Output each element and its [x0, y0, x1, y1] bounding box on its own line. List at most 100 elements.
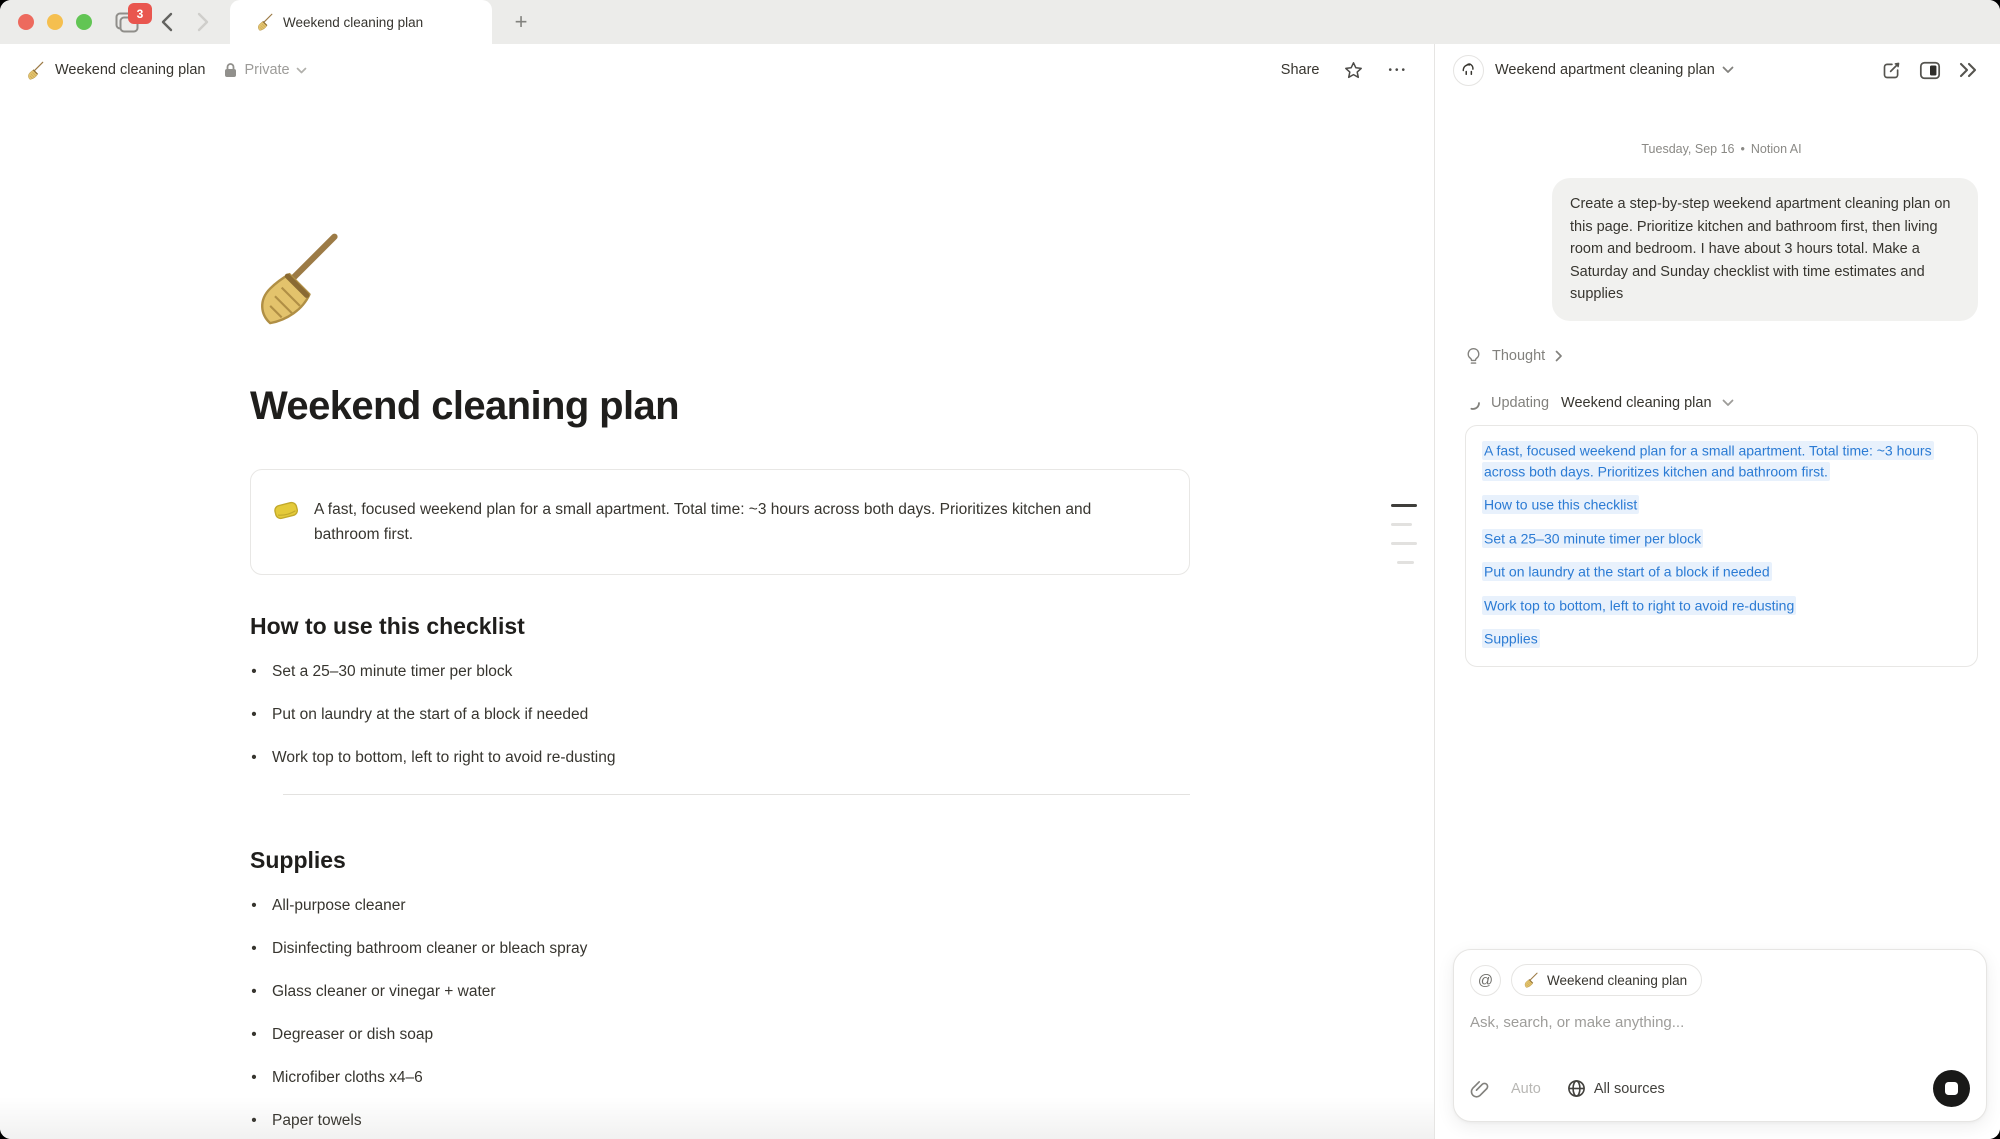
chevron-right-icon: [1555, 350, 1563, 362]
lock-icon: [223, 62, 238, 78]
update-line: Set a 25–30 minute timer per block: [1482, 528, 1961, 549]
tab-bar: 3 Weekend cleaning plan +: [0, 0, 2000, 44]
list-item[interactable]: •Disinfecting bathroom cleaner or bleach…: [250, 937, 1190, 961]
collapse-panel-double-chevron-icon[interactable]: [1958, 61, 1980, 79]
updating-status-row[interactable]: Updating Weekend cleaning plan: [1465, 395, 1978, 411]
page-scroll-area[interactable]: Weekend cleaning plan A fast, focused we…: [0, 96, 1434, 1139]
bullet-icon: •: [250, 980, 258, 1004]
thought-label: Thought: [1492, 348, 1545, 364]
callout-block[interactable]: A fast, focused weekend plan for a small…: [250, 469, 1190, 575]
share-button[interactable]: Share: [1281, 62, 1320, 78]
section-heading-supplies[interactable]: Supplies: [250, 847, 1190, 874]
breadcrumb-title: Weekend cleaning plan: [55, 62, 205, 78]
broom-icon: [26, 61, 45, 80]
list-item[interactable]: •Glass cleaner or vinegar + water: [250, 980, 1190, 1004]
section-heading-how-to[interactable]: How to use this checklist: [250, 613, 1190, 640]
ai-panel-header: Weekend apartment cleaning plan: [1435, 44, 2000, 96]
list-item[interactable]: •Set a 25–30 minute timer per block: [250, 660, 1190, 684]
list-item[interactable]: •All-purpose cleaner: [250, 894, 1190, 918]
context-page-chip[interactable]: Weekend cleaning plan: [1511, 964, 1702, 996]
page-header: Weekend cleaning plan Private Share: [0, 44, 1434, 96]
chat-date-line: Tuesday, Sep 16 • Notion AI: [1465, 142, 1978, 156]
user-message-bubble[interactable]: Create a step-by-step weekend apartment …: [1552, 178, 1978, 321]
stop-icon: [1945, 1082, 1958, 1095]
updating-label: Updating: [1491, 395, 1549, 411]
bullet-icon: •: [250, 703, 258, 727]
new-chat-compose-icon[interactable]: [1881, 60, 1902, 81]
globe-icon: [1567, 1079, 1586, 1098]
bullet-icon: •: [250, 1109, 258, 1133]
bullet-icon: •: [250, 894, 258, 918]
toc-line-active: [1391, 504, 1417, 507]
context-chip-label: Weekend cleaning plan: [1547, 973, 1687, 988]
updating-target-page: Weekend cleaning plan: [1561, 395, 1711, 411]
sources-selector[interactable]: All sources: [1567, 1079, 1665, 1098]
bullet-icon: •: [250, 1066, 258, 1090]
page-title[interactable]: Weekend cleaning plan: [250, 384, 1190, 429]
privacy-label: Private: [244, 62, 289, 78]
list-item[interactable]: •Microfiber cloths x4–6: [250, 1066, 1190, 1090]
back-button[interactable]: [156, 11, 178, 33]
tab-label: Weekend cleaning plan: [283, 15, 423, 30]
sponge-icon: [273, 497, 299, 523]
ai-composer[interactable]: @ Weekend cleaning plan Ask, search, or …: [1453, 949, 1987, 1122]
chevron-left-icon: [160, 12, 174, 32]
lightbulb-icon: [1465, 347, 1482, 365]
favorite-star-icon[interactable]: [1343, 60, 1364, 81]
sources-label: All sources: [1594, 1081, 1665, 1097]
broom-icon: [1523, 972, 1539, 988]
callout-text: A fast, focused weekend plan for a small…: [314, 497, 1144, 547]
zoom-window-button[interactable]: [76, 14, 92, 30]
update-line: A fast, focused weekend plan for a small…: [1482, 441, 1961, 482]
update-line: Supplies: [1482, 629, 1961, 650]
page-update-preview-card[interactable]: A fast, focused weekend plan for a small…: [1465, 425, 1978, 668]
list-item[interactable]: •Paper towels: [250, 1109, 1190, 1133]
list-item[interactable]: •Work top to bottom, left to right to av…: [250, 746, 1190, 770]
chevron-down-icon: [296, 67, 307, 74]
toc-line: [1391, 542, 1417, 545]
minimize-window-button[interactable]: [47, 14, 63, 30]
update-line: How to use this checklist: [1482, 495, 1961, 516]
mention-button[interactable]: @: [1470, 965, 1501, 996]
notification-badge: 3: [128, 3, 152, 24]
new-tab-button[interactable]: +: [506, 7, 536, 37]
ai-thread-title[interactable]: Weekend apartment cleaning plan: [1495, 62, 1715, 78]
mode-selector[interactable]: Auto: [1511, 1081, 1541, 1097]
chevron-down-icon: [1722, 399, 1734, 407]
bullet-icon: •: [250, 746, 258, 770]
composer-input-placeholder[interactable]: Ask, search, or make anything...: [1470, 1014, 1970, 1031]
notion-ai-face-icon: [1459, 61, 1478, 80]
more-options-button[interactable]: •••: [1388, 65, 1408, 76]
breadcrumb[interactable]: Weekend cleaning plan: [26, 61, 205, 80]
page-broom-emoji[interactable]: [250, 230, 346, 326]
chat-date: Tuesday, Sep 16: [1641, 142, 1734, 156]
panel-layout-toggle-icon[interactable]: [1919, 60, 1941, 81]
dot-separator: •: [1741, 142, 1745, 156]
chevron-down-icon[interactable]: [1722, 66, 1734, 74]
notion-ai-panel: Weekend apartment cleaning plan: [1435, 44, 2000, 1139]
broom-icon: [256, 13, 274, 31]
how-to-list: •Set a 25–30 minute timer per block •Put…: [250, 660, 1190, 770]
bullet-icon: •: [250, 937, 258, 961]
close-window-button[interactable]: [18, 14, 34, 30]
privacy-control[interactable]: Private: [223, 62, 306, 78]
chevron-right-icon: [196, 12, 210, 32]
stop-generation-button[interactable]: [1933, 1070, 1970, 1107]
traffic-lights: [18, 14, 92, 30]
divider-block: [283, 794, 1190, 795]
toc-line: [1391, 523, 1412, 526]
chat-agent-name: Notion AI: [1751, 142, 1802, 156]
toc-line: [1397, 561, 1414, 564]
tab-weekend-cleaning-plan[interactable]: Weekend cleaning plan: [230, 0, 492, 44]
table-of-contents-minimap[interactable]: [1391, 504, 1417, 580]
spinner-icon: [1465, 395, 1481, 411]
forward-button[interactable]: [192, 11, 214, 33]
sidebar-toggle-button[interactable]: 3: [112, 9, 142, 35]
list-item[interactable]: •Put on laundry at the start of a block …: [250, 703, 1190, 727]
update-line: Put on laundry at the start of a block i…: [1482, 562, 1961, 583]
bullet-icon: •: [250, 660, 258, 684]
thought-disclosure[interactable]: Thought: [1465, 347, 1978, 365]
attachment-paperclip-icon[interactable]: [1470, 1079, 1489, 1099]
notion-ai-avatar: [1453, 55, 1484, 86]
list-item[interactable]: •Degreaser or dish soap: [250, 1023, 1190, 1047]
